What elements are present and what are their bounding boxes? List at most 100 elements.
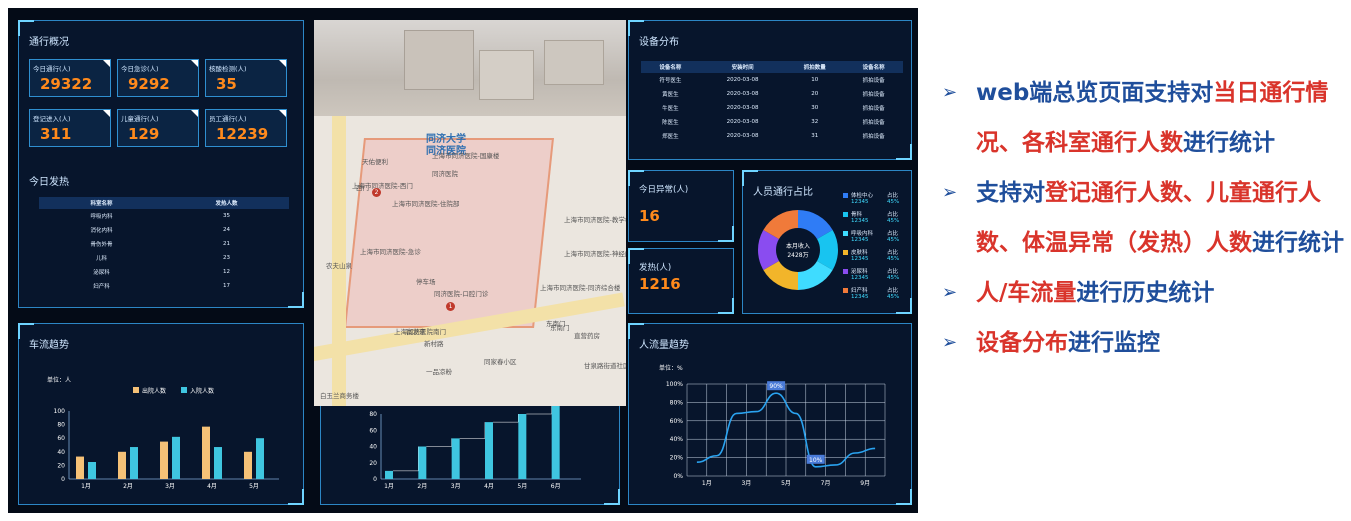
legend-name: 体检中心 — [851, 193, 874, 199]
map-label: 上海市同济医院-国康楼 — [432, 152, 500, 160]
mid-step-line — [426, 438, 452, 447]
donut-center-label: 本月收入 — [786, 242, 810, 250]
mid-x-tick: 4月 — [484, 483, 494, 490]
car-bar — [76, 456, 84, 479]
legend-percent: 45% — [887, 256, 900, 262]
table-cell: 24 — [223, 227, 230, 233]
fever-count-value: 1216 — [639, 275, 681, 293]
mid-x-tick: 5月 — [517, 483, 527, 490]
legend-swatch — [843, 288, 848, 293]
legend-name: 妇产科 — [851, 288, 868, 294]
table-cell: 12 — [223, 269, 230, 275]
mid-bar — [451, 438, 460, 479]
map-marker-2[interactable]: 2 — [372, 188, 381, 197]
flow-callout-high: 90% — [769, 383, 783, 390]
legend-name: 骨科 — [851, 212, 863, 218]
map-label: 上海市同济医院-同济综合楼 — [540, 284, 621, 292]
map-label: 直营药房 — [574, 332, 600, 340]
car-x-tick: 2月 — [123, 483, 133, 490]
car-bar — [202, 426, 210, 479]
kpi-card: 核酸检测(人) 35 — [205, 59, 287, 97]
mid-y-tick: 60 — [369, 427, 377, 434]
table-cell: 2020-03-08 — [726, 105, 759, 111]
car-flow-chart: 单位：人出院人数 入院人数 0 20 40 60 80 100 1月 2月 3月 4月 5月 — [47, 376, 279, 490]
kpi-value: 29322 — [40, 75, 93, 93]
legend-count: 12345 — [851, 294, 869, 300]
feature-note: ➢ 支持对登记通行人数、儿童通行人数、体温异常（发热）人数进行统计 — [942, 168, 1347, 268]
legend-swatch — [843, 231, 848, 236]
legend-count: 12345 — [851, 237, 869, 243]
legend-percent: 45% — [887, 237, 900, 243]
table-cell: 符号医生 — [659, 78, 682, 84]
note-text: web端总览页面支持对 — [976, 80, 1214, 106]
flow-y-tick: 60% — [670, 418, 684, 425]
campus-area — [344, 138, 554, 328]
table-cell: 抓拍设备 — [862, 78, 885, 84]
flow-y-tick: 0% — [673, 473, 683, 480]
table-cell: 骨伤外骨 — [90, 242, 113, 248]
feature-note: ➢ 人/车流量进行历史统计 — [942, 268, 1347, 318]
car-y-tick: 40 — [57, 449, 65, 456]
car-y-tick: 60 — [57, 435, 65, 442]
mid-bar — [485, 422, 493, 479]
people-flow-unit: 单位：% — [659, 364, 683, 372]
table-cell: 2020-03-08 — [726, 119, 759, 125]
table-header-cell: 发热人数 — [164, 197, 289, 209]
table-cell: 呼吸内科 — [90, 214, 113, 220]
fever-title: 今日发热 — [29, 177, 69, 188]
table-cell: 儿科 — [95, 256, 107, 262]
car-bar — [244, 451, 252, 479]
car-bar — [172, 436, 180, 479]
fever-count-panel: 发热(人) 1216 — [628, 248, 734, 314]
table-row: 泌尿科 12 — [39, 265, 289, 279]
legend-entry: 呼吸内科 占比 12345 45% — [843, 229, 911, 248]
today-abnormal-value: 16 — [639, 207, 660, 225]
kpi-label: 儿童通行(人) — [121, 115, 159, 123]
building-block-3 — [544, 40, 604, 85]
legend-ratio-label: 占比 — [887, 269, 899, 275]
kpi-value: 12239 — [216, 125, 269, 143]
mid-bar — [518, 414, 527, 479]
legend-swatch — [843, 212, 848, 217]
car-bar — [88, 462, 96, 479]
flow-x-tick: 3月 — [741, 480, 751, 487]
table-row: 牛医生 2020-03-08 30 抓拍设备 — [641, 101, 903, 115]
mid-step-line — [393, 446, 419, 472]
feature-notes: ➢ web端总览页面支持对当日通行情况、各科室通行人数进行统计 ➢ 支持对登记通行人数… — [942, 68, 1347, 368]
note-text: 进行监控 — [1068, 330, 1160, 356]
table-cell: 牛医生 — [662, 106, 679, 112]
legend-ratio-label: 占比 — [887, 250, 899, 256]
note-text: 支持对 — [976, 180, 1045, 206]
bullet-arrow-icon: ➢ — [942, 182, 958, 203]
mid-x-tick: 1月 — [384, 483, 394, 490]
table-header-cell: 设备名称 — [641, 61, 700, 73]
table-cell: 2020-03-08 — [726, 91, 759, 97]
table-row: 呼吸内科 35 — [39, 209, 289, 223]
table-header-cell: 设备名称 — [844, 61, 903, 73]
mid-step-line — [493, 414, 519, 423]
car-bar — [214, 447, 222, 479]
bullet-arrow-icon: ➢ — [942, 282, 958, 303]
car-y-tick: 100 — [54, 408, 66, 415]
personnel-share-panel: 人员通行占比 本月收入 2428万 体检中心 占比 12345 45% 骨科 占比 12345… — [742, 170, 912, 314]
table-cell: 10 — [811, 77, 819, 83]
kpi-value: 129 — [128, 125, 160, 143]
legend-ratio-label: 占比 — [887, 231, 899, 237]
table-cell: 35 — [223, 213, 230, 219]
flow-x-tick: 1月 — [702, 480, 712, 487]
kpi-label: 员工通行(人) — [209, 115, 247, 123]
table-cell: 郑医生 — [662, 134, 679, 140]
table-cell: 17 — [223, 283, 230, 289]
table-cell: 21 — [223, 241, 230, 247]
table-cell: 泌尿科 — [93, 270, 110, 276]
table-row: 黄医生 2020-03-08 20 抓拍设备 — [641, 87, 903, 101]
kpi-label: 核酸检测(人) — [209, 65, 247, 73]
legend-percent: 45% — [887, 218, 900, 224]
table-row: 陈医生 2020-03-08 32 抓拍设备 — [641, 115, 903, 129]
map-marker-1[interactable]: 1 — [446, 302, 455, 311]
flow-x-tick: 5月 — [781, 480, 791, 487]
map-label: 上海市同济医院-神经内科 — [564, 250, 626, 258]
mid-bar — [418, 446, 427, 479]
car-x-tick: 1月 — [81, 483, 91, 490]
car-flow-unit: 单位：人 — [47, 376, 71, 384]
